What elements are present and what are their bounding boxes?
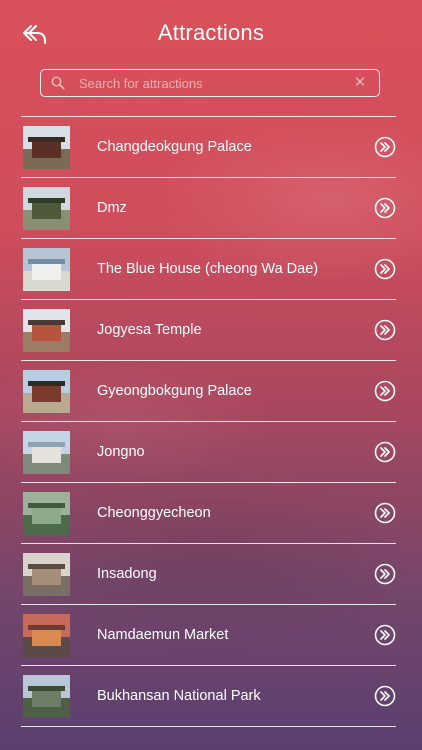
- attraction-label: Gyeongbokgung Palace: [97, 383, 252, 399]
- attraction-thumbnail: [23, 247, 70, 291]
- attraction-thumbnail: [23, 308, 70, 352]
- header-bar: Attractions: [0, 0, 422, 66]
- attraction-label: Jongno: [97, 444, 145, 460]
- search-input[interactable]: [77, 70, 353, 96]
- attraction-label: The Blue House (cheong Wa Dae): [97, 261, 319, 277]
- attraction-thumbnail: [23, 674, 70, 718]
- attraction-label: Changdeokgung Palace: [97, 139, 252, 155]
- attraction-label: Insadong: [97, 566, 157, 582]
- attraction-label: Namdaemun Market: [97, 627, 229, 643]
- double-chevron-right-icon[interactable]: [374, 136, 396, 158]
- list-item[interactable]: Cheonggyecheon: [21, 483, 396, 544]
- double-chevron-right-icon[interactable]: [374, 441, 396, 463]
- double-chevron-right-icon[interactable]: [374, 258, 396, 280]
- double-chevron-right-icon[interactable]: [374, 502, 396, 524]
- attraction-label: Jogyesa Temple: [97, 322, 202, 338]
- double-chevron-right-icon[interactable]: [374, 380, 396, 402]
- attraction-thumbnail: [23, 491, 70, 535]
- attraction-label: Dmz: [97, 200, 127, 216]
- attraction-label: Cheonggyecheon: [97, 505, 211, 521]
- list-item[interactable]: Bukhansan National Park: [21, 666, 396, 727]
- search-icon: [51, 76, 65, 90]
- list-item[interactable]: Dmz: [21, 178, 396, 239]
- attraction-thumbnail: [23, 186, 70, 230]
- list-item[interactable]: Insadong: [21, 544, 396, 605]
- list-item[interactable]: The Blue House (cheong Wa Dae): [21, 239, 396, 300]
- double-chevron-right-icon[interactable]: [374, 685, 396, 707]
- list-item[interactable]: Jongno: [21, 422, 396, 483]
- double-chevron-right-icon[interactable]: [374, 624, 396, 646]
- list-item[interactable]: Jogyesa Temple: [21, 300, 396, 361]
- list-item[interactable]: Gyeongbokgung Palace: [21, 361, 396, 422]
- double-chevron-right-icon[interactable]: [374, 563, 396, 585]
- attraction-thumbnail: [23, 552, 70, 596]
- list-item[interactable]: Namdaemun Market: [21, 605, 396, 666]
- attraction-thumbnail: [23, 613, 70, 657]
- attraction-thumbnail: [23, 125, 70, 169]
- search-bar: ✕: [40, 69, 380, 97]
- page-title: Attractions: [157, 20, 265, 45]
- attraction-thumbnail: [23, 369, 70, 413]
- clear-icon[interactable]: ✕: [353, 75, 367, 90]
- double-chevron-right-icon[interactable]: [374, 319, 396, 341]
- list-item[interactable]: Changdeokgung Palace: [21, 117, 396, 178]
- attraction-label: Bukhansan National Park: [97, 688, 261, 704]
- attractions-list: Changdeokgung Palace Dmz The Blue House (c…: [21, 116, 396, 727]
- double-chevron-right-icon[interactable]: [374, 197, 396, 219]
- attraction-thumbnail: [23, 430, 70, 474]
